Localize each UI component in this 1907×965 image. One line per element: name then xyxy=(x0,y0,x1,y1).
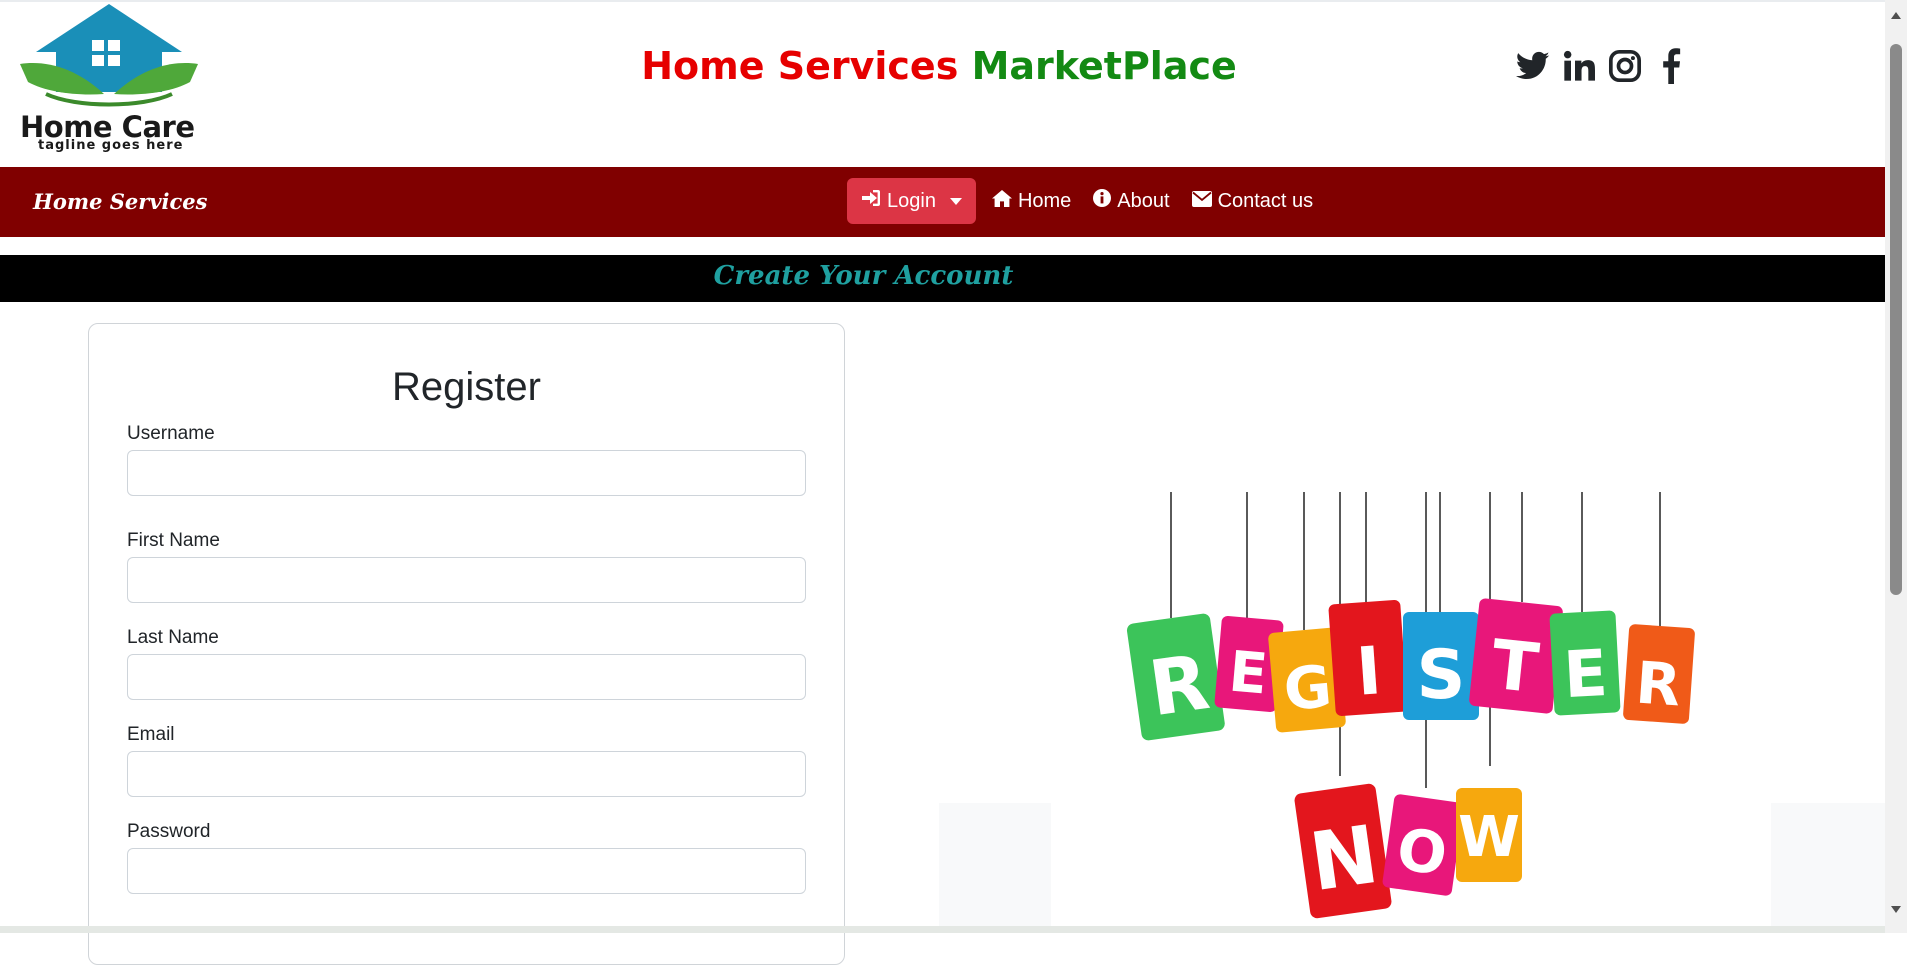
site-title-part2: MarketPlace xyxy=(971,44,1237,88)
first-name-input[interactable] xyxy=(127,557,806,603)
letter-w: W xyxy=(1458,805,1520,870)
image-backdrop-right xyxy=(1771,803,1885,926)
image-backdrop-left xyxy=(939,803,1051,926)
username-label: Username xyxy=(127,423,215,444)
letter-g: G xyxy=(1281,652,1334,724)
instagram-icon[interactable] xyxy=(1607,48,1643,84)
letter-e1: E xyxy=(1226,639,1270,707)
home-icon xyxy=(991,189,1012,213)
username-input[interactable] xyxy=(127,450,806,496)
facebook-icon[interactable] xyxy=(1653,48,1689,84)
banner-text: Create Your Account xyxy=(713,261,1014,291)
create-account-banner: Create Your Account xyxy=(0,255,1885,302)
nav-home-label: Home xyxy=(1017,189,1072,212)
chevron-down-icon xyxy=(949,197,962,205)
register-title: Register xyxy=(392,365,541,409)
letter-r1: R xyxy=(1144,637,1214,733)
navbar-brand[interactable]: Home Services xyxy=(33,189,207,214)
letter-r2: R xyxy=(1634,649,1683,720)
login-dropdown-button[interactable]: Login xyxy=(847,178,976,224)
navbar: Home Services Login Home About Contact u… xyxy=(0,167,1885,237)
logo-tagline: tagline goes here xyxy=(38,138,184,153)
info-icon xyxy=(1093,189,1112,213)
nav-contact-link[interactable]: Contact us xyxy=(1186,178,1320,224)
letter-o: O xyxy=(1393,815,1451,889)
site-title-part1: Home Services xyxy=(641,44,959,88)
letter-s: S xyxy=(1417,636,1466,715)
window-top-edge xyxy=(0,0,1887,2)
envelope-icon xyxy=(1191,190,1212,213)
nav-about-link[interactable]: About xyxy=(1087,178,1175,224)
window-bottom-edge xyxy=(0,926,1885,933)
social-links xyxy=(1515,48,1689,84)
last-name-input[interactable] xyxy=(127,654,806,700)
scrollbar-thumb[interactable] xyxy=(1890,44,1902,595)
scroll-down-arrow-icon[interactable] xyxy=(1891,906,1901,913)
nav-about-label: About xyxy=(1117,189,1170,212)
nav-home-link[interactable]: Home xyxy=(986,178,1077,224)
letter-t: T xyxy=(1488,626,1543,709)
email-input[interactable] xyxy=(127,751,806,797)
login-label: Login xyxy=(887,189,936,212)
twitter-icon[interactable] xyxy=(1515,48,1551,84)
navbar-links: Login Home About Contact us xyxy=(847,178,1319,224)
last-name-label: Last Name xyxy=(127,627,219,648)
vertical-scrollbar[interactable] xyxy=(1885,0,1907,933)
password-input[interactable] xyxy=(127,848,806,894)
sign-in-icon xyxy=(861,189,881,213)
linkedin-icon[interactable] xyxy=(1561,48,1597,84)
email-label: Email xyxy=(127,724,175,745)
scroll-up-arrow-icon[interactable] xyxy=(1891,12,1901,19)
password-label: Password xyxy=(127,821,211,842)
register-now-illustration: R E G I S T E R N O W xyxy=(1126,492,1695,919)
register-card: Register Username First Name Last Name E… xyxy=(88,323,845,965)
letter-n: N xyxy=(1304,808,1383,909)
letter-e2: E xyxy=(1562,637,1610,713)
nav-contact-label: Contact us xyxy=(1217,189,1314,212)
first-name-label: First Name xyxy=(127,530,220,551)
